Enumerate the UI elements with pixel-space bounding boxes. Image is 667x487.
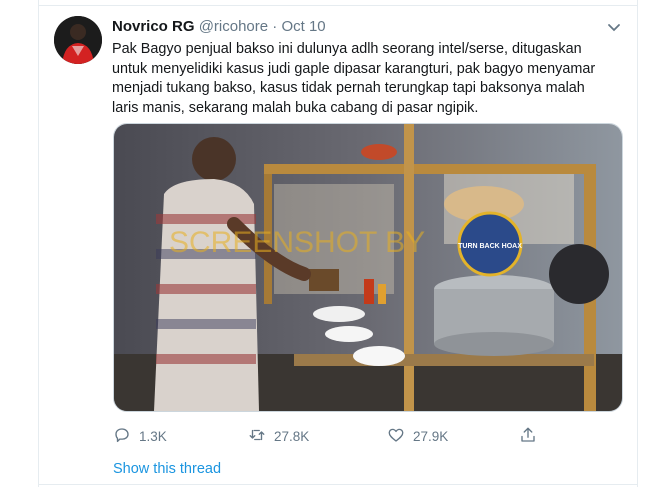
author-handle[interactable]: @ricohore: [199, 18, 268, 35]
tweet-text-line: laris manis, sekarang malah buka cabang …: [112, 99, 479, 116]
tweet-actions: 1.3K 27.8K 27.9K: [113, 425, 573, 447]
author-name[interactable]: Novrico RG: [112, 18, 195, 35]
like-count: 27.9K: [413, 428, 449, 444]
bottom-border: [39, 484, 637, 485]
reply-icon: [113, 426, 139, 447]
reply-count: 1.3K: [139, 428, 167, 444]
reply-button[interactable]: 1.3K: [113, 425, 167, 447]
share-button[interactable]: [519, 425, 545, 447]
right-border: [637, 0, 638, 487]
tweet-text-line: menjadi tukang bakso, kasus tidak pernah…: [112, 80, 585, 96]
tweet-header: Novrico RG @ricohore · Oct 10: [112, 17, 623, 37]
retweet-icon: [248, 426, 274, 447]
show-thread-link[interactable]: Show this thread: [113, 461, 221, 477]
share-icon: [519, 426, 545, 447]
bakso-vendor-photo: SCREENSHOT BY TURN BACK HOAX: [114, 124, 622, 411]
tweet-card[interactable]: Novrico RG @ricohore · Oct 10 Pak Bagyo …: [39, 6, 637, 487]
chevron-down-icon[interactable]: [605, 18, 623, 36]
separator: ·: [272, 18, 278, 35]
turnbackhoax-badge: TURN BACK HOAX: [457, 211, 523, 277]
tweet-text-line: Pak Bagyo penjual bakso ini dulunya adlh…: [112, 41, 582, 57]
tweet-text-line: untuk menyelidiki kasus judi gaple dipas…: [112, 60, 596, 77]
tweet-date[interactable]: Oct 10: [281, 18, 325, 35]
like-button[interactable]: 27.9K: [387, 425, 448, 447]
tweet-text: Pak Bagyo penjual bakso ini dulunya adlh…: [112, 40, 624, 118]
heart-icon: [387, 426, 413, 447]
badge-text: TURN BACK HOAX: [458, 243, 522, 250]
avatar[interactable]: [54, 16, 102, 64]
watermark-text: SCREENSHOT BY: [169, 226, 425, 259]
retweet-button[interactable]: 27.8K: [248, 425, 309, 447]
tweet-photo[interactable]: SCREENSHOT BY TURN BACK HOAX: [113, 123, 623, 412]
retweet-count: 27.8K: [274, 428, 310, 444]
